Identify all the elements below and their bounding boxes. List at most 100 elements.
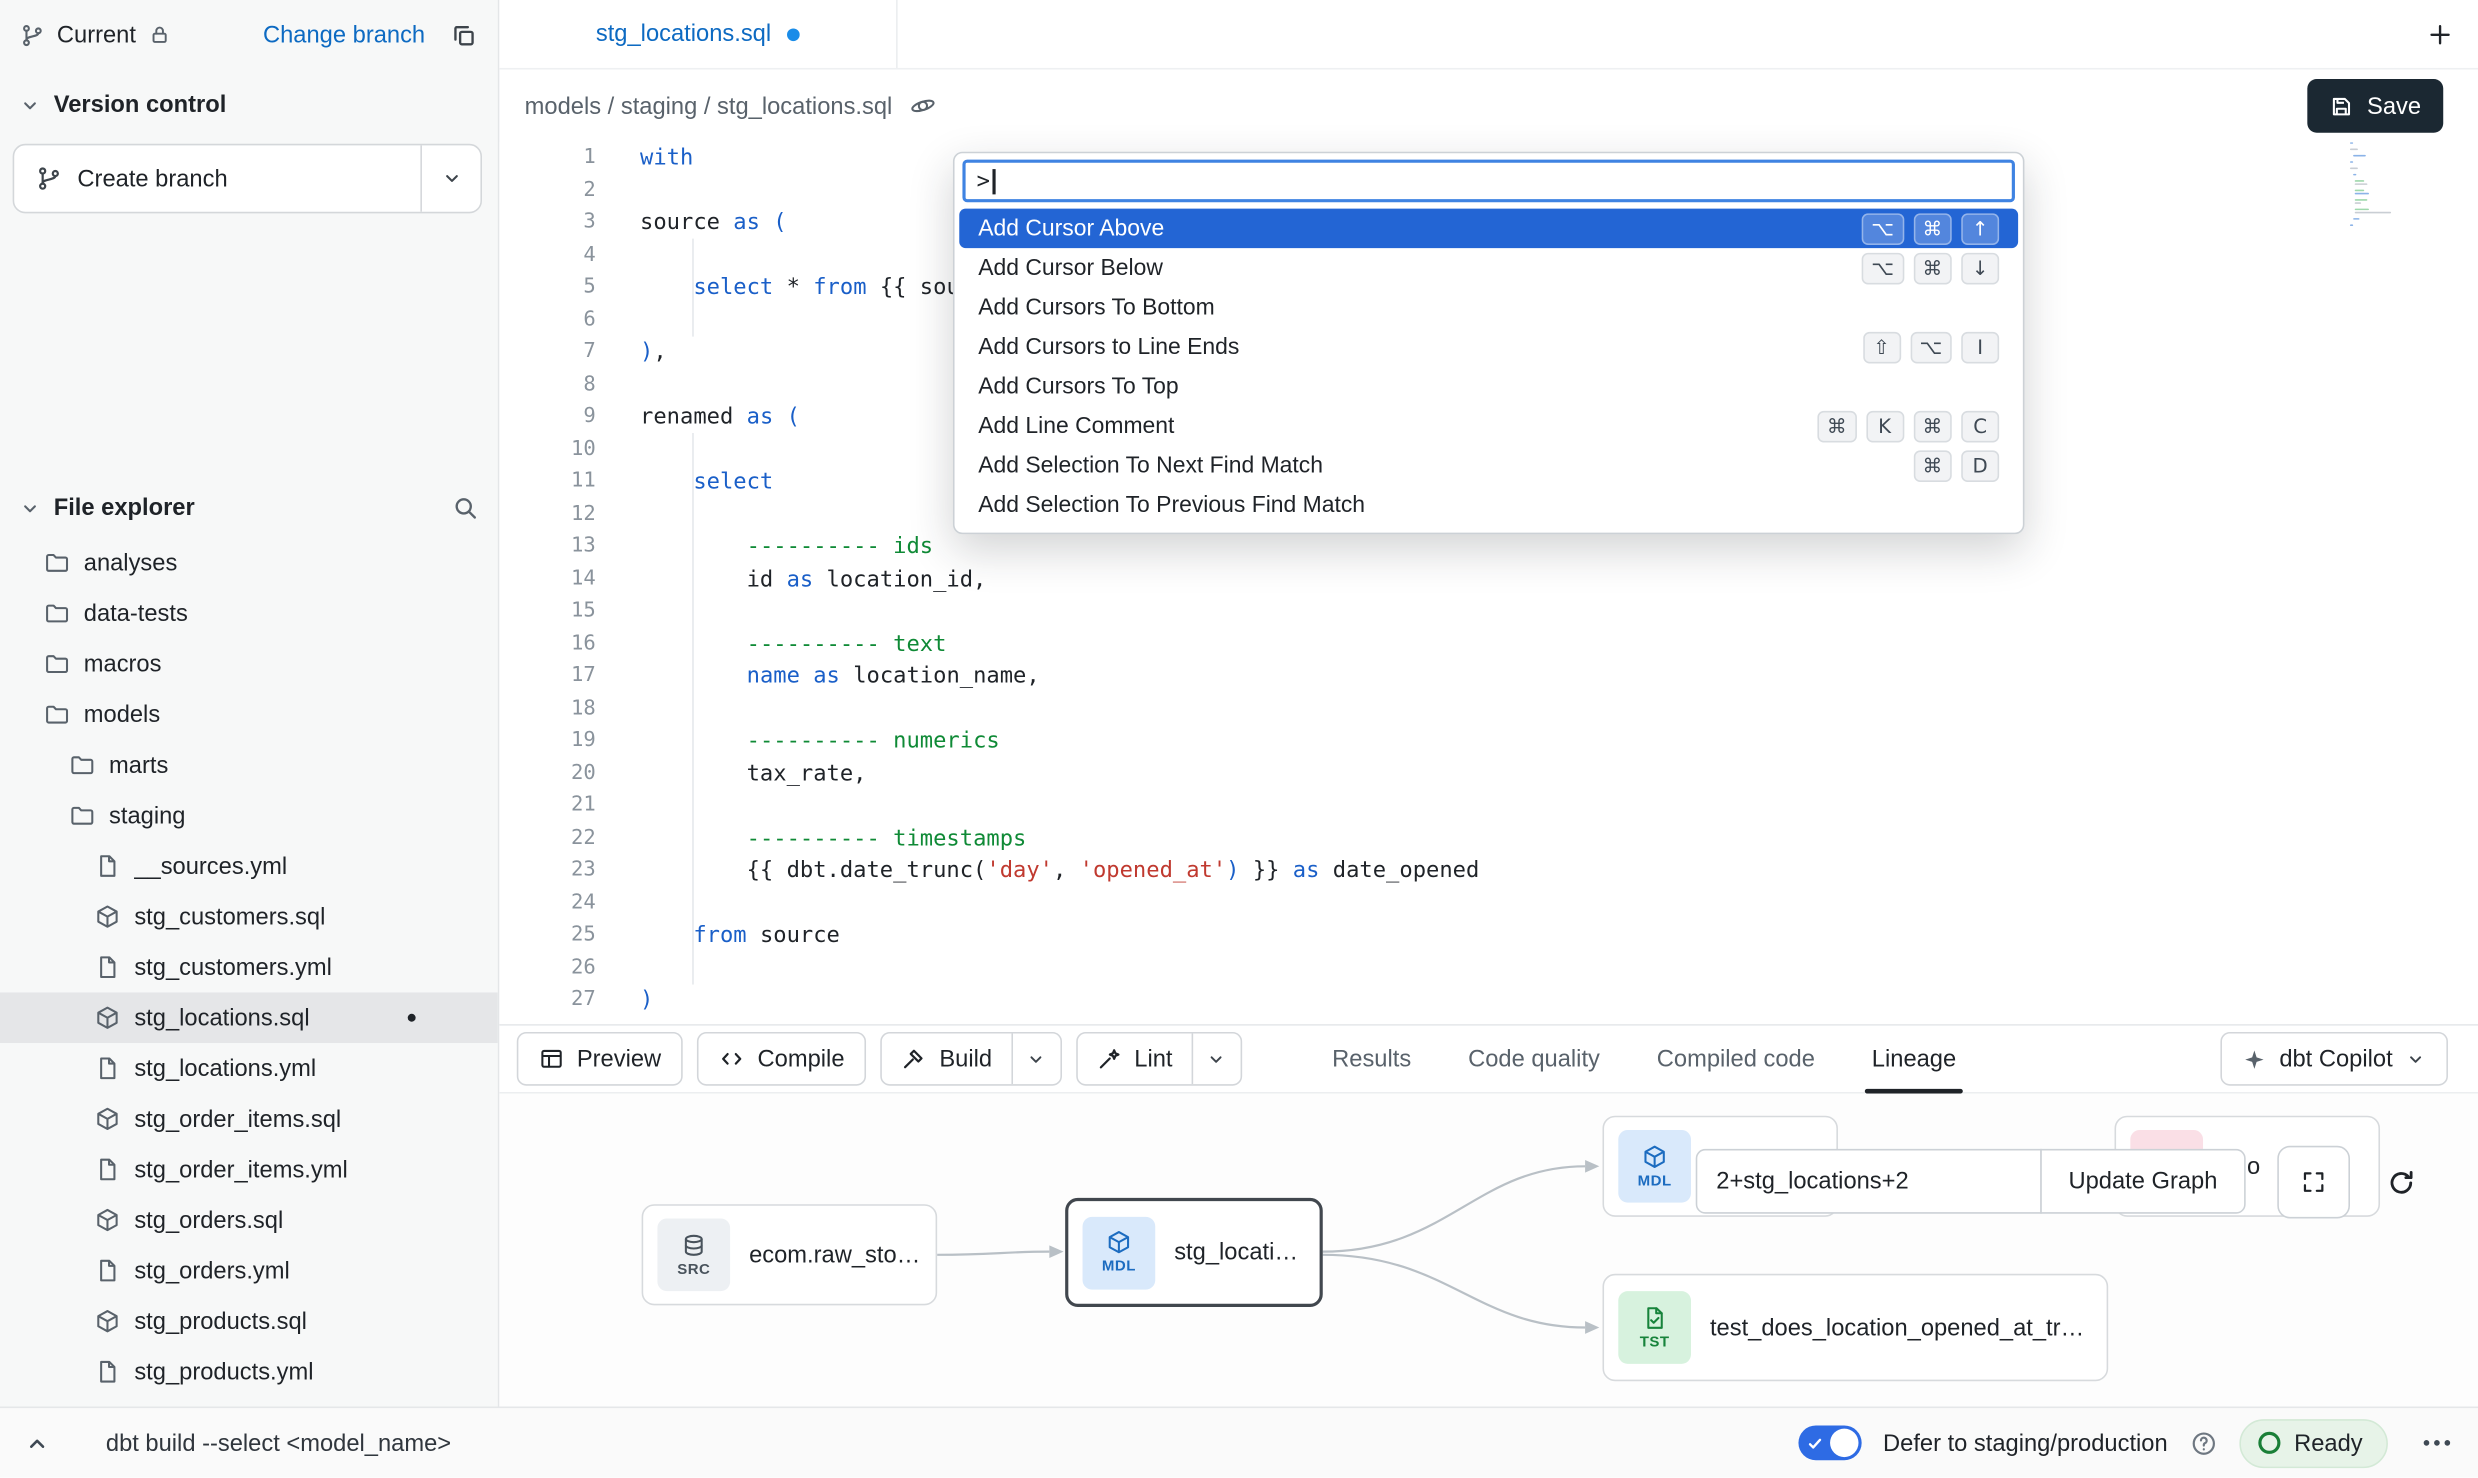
file-icon <box>95 1056 120 1081</box>
breadcrumb: models / staging / stg_locations.sql <box>525 92 893 119</box>
folder-icon <box>44 702 69 727</box>
keycap: ↓ <box>1961 252 1999 284</box>
line-number: 6 <box>499 304 595 336</box>
file-item[interactable]: stg_order_items.yml <box>0 1144 498 1195</box>
lineage-node-test[interactable]: TST test_does_location_opened_at_trunc_t… <box>1602 1274 2108 1381</box>
dbt-copilot-button[interactable]: dbt Copilot <box>2221 1032 2448 1086</box>
file-item[interactable]: analyses <box>0 537 498 588</box>
code-line[interactable]: ---------- timestamps <box>640 823 1479 855</box>
lineage-panel[interactable]: MDL locations atio SRC ecom.raw_stores <box>499 1094 2478 1407</box>
lineage-node-model[interactable]: MDL stg_locations <box>1065 1198 1323 1307</box>
file-item[interactable]: macros <box>0 638 498 689</box>
code-line[interactable] <box>640 952 1479 984</box>
code-line[interactable]: {{ dbt.date_trunc('day', 'opened_at') }}… <box>640 855 1479 887</box>
code-line[interactable]: ---------- numerics <box>640 725 1479 757</box>
file-item[interactable]: stg_customers.sql <box>0 891 498 942</box>
file-item[interactable]: data-tests <box>0 588 498 639</box>
defer-toggle[interactable] <box>1798 1425 1861 1460</box>
orbit-icon[interactable] <box>910 93 935 118</box>
code-line[interactable]: ) <box>640 985 1479 1017</box>
panel-tab-lineage[interactable]: Lineage <box>1872 1045 1956 1072</box>
compile-button[interactable]: Compile <box>698 1032 867 1086</box>
keycap: ⌘ <box>1913 213 1952 245</box>
chevron-up-icon[interactable] <box>24 1429 51 1456</box>
file-item[interactable]: stg_orders.sql <box>0 1195 498 1246</box>
file-item[interactable]: staging <box>0 790 498 841</box>
overflow-menu-icon[interactable] <box>2420 1425 2455 1460</box>
lint-dropdown[interactable] <box>1193 1034 1240 1085</box>
preview-button[interactable]: Preview <box>517 1032 684 1086</box>
model-icon <box>95 904 120 929</box>
file-item[interactable]: stg_order_items.sql <box>0 1094 498 1145</box>
file-item[interactable]: stg_products.sql <box>0 1296 498 1347</box>
code-line[interactable] <box>640 790 1479 822</box>
line-number: 13 <box>499 531 595 563</box>
modified-dot <box>408 1014 416 1022</box>
palette-item[interactable]: Add Cursors to Line Ends⇧⌥I <box>959 327 2018 367</box>
refresh-button[interactable] <box>2374 1155 2428 1209</box>
file-name: __sources.yml <box>134 853 287 880</box>
code-line[interactable]: from source <box>640 920 1479 952</box>
save-button[interactable]: Save <box>2307 79 2443 133</box>
code-line[interactable]: name as location_name, <box>640 661 1479 693</box>
build-button[interactable]: Build <box>882 1034 1012 1085</box>
palette-item[interactable]: Add Selection To Previous Find Match <box>959 485 2018 525</box>
help-icon[interactable] <box>2190 1429 2217 1456</box>
file-name: stg_locations.sql <box>134 1004 309 1031</box>
build-label: Build <box>939 1045 992 1072</box>
copy-icon[interactable] <box>450 21 477 48</box>
defer-label: Defer to staging/production <box>1883 1429 2168 1456</box>
code-line[interactable]: ---------- ids <box>640 531 1479 563</box>
code-line[interactable]: id as location_id, <box>640 563 1479 595</box>
file-name: stg_products.sql <box>134 1308 307 1335</box>
file-item[interactable]: __sources.yml <box>0 841 498 892</box>
palette-item[interactable]: Add Line Comment⌘K⌘C <box>959 406 2018 446</box>
folder-icon <box>70 752 95 777</box>
file-item[interactable]: models <box>0 689 498 740</box>
file-item[interactable]: stg_locations.yml <box>0 1043 498 1094</box>
editor-tab[interactable]: stg_locations.sql <box>499 0 897 68</box>
version-control-header[interactable]: Version control <box>0 70 498 119</box>
code-line[interactable] <box>640 693 1479 725</box>
code-line[interactable] <box>640 887 1479 919</box>
code-line[interactable] <box>640 596 1479 628</box>
lineage-selector-input[interactable]: 2+stg_locations+2 <box>1696 1149 2042 1214</box>
lint-button[interactable]: Lint <box>1077 1034 1193 1085</box>
create-branch-dropdown[interactable] <box>422 145 480 211</box>
update-graph-button[interactable]: Update Graph <box>2040 1149 2245 1214</box>
cli-command-text[interactable]: dbt build --select <model_name> <box>106 1429 451 1456</box>
command-palette-input[interactable]: > <box>962 160 2015 203</box>
current-branch[interactable]: Current <box>21 21 171 48</box>
palette-item[interactable]: Add Selection To Next Find Match⌘D <box>959 446 2018 486</box>
model-icon <box>95 1106 120 1131</box>
search-icon[interactable] <box>452 495 479 522</box>
file-item[interactable]: stg_customers.yml <box>0 942 498 993</box>
keycap: ⌥ <box>1862 252 1904 284</box>
file-explorer-header[interactable]: File explorer <box>0 476 498 522</box>
minimap[interactable] <box>2350 142 2399 227</box>
fullscreen-button[interactable] <box>2277 1146 2350 1219</box>
file-name: stg_locations.yml <box>134 1055 316 1082</box>
build-dropdown[interactable] <box>1013 1034 1060 1085</box>
node-type: MDL <box>1638 1172 1672 1189</box>
create-branch-main[interactable]: Create branch <box>14 145 422 211</box>
file-item[interactable]: stg_products.yml <box>0 1346 498 1397</box>
panel-tab-code-quality[interactable]: Code quality <box>1468 1045 1600 1072</box>
new-tab-button[interactable] <box>2427 21 2452 46</box>
code-line[interactable]: ---------- text <box>640 628 1479 660</box>
palette-item[interactable]: Add Cursor Below⌥⌘↓ <box>959 248 2018 288</box>
panel-tab-compiled-code[interactable]: Compiled code <box>1657 1045 1815 1072</box>
node-label: test_does_location_opened_at_trunc_t… <box>1710 1314 2092 1341</box>
ready-status[interactable]: Ready <box>2239 1418 2388 1467</box>
lineage-node-source[interactable]: SRC ecom.raw_stores <box>642 1204 938 1305</box>
palette-item[interactable]: Add Cursor Above⌥⌘↑ <box>959 209 2018 249</box>
panel-tab-results[interactable]: Results <box>1332 1045 1411 1072</box>
file-item[interactable]: stg_locations.sql <box>0 992 498 1043</box>
change-branch-link[interactable]: Change branch <box>263 21 425 48</box>
palette-item[interactable]: Add Cursors To Top <box>959 367 2018 407</box>
sidebar: Current Change branch Version control Cr… <box>0 0 499 1407</box>
palette-item[interactable]: Add Cursors To Bottom <box>959 288 2018 328</box>
file-item[interactable]: stg_orders.yml <box>0 1245 498 1296</box>
file-item[interactable]: marts <box>0 740 498 791</box>
code-line[interactable]: tax_rate, <box>640 758 1479 790</box>
